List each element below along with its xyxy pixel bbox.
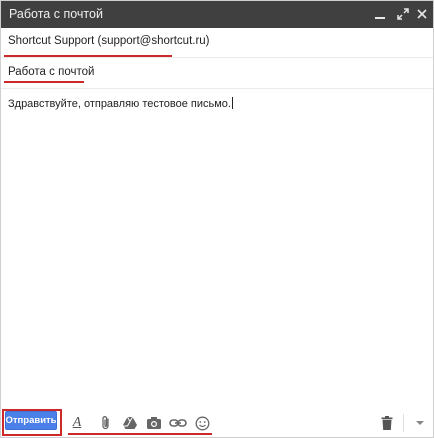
subject-highlight <box>4 81 84 83</box>
text-caret <box>231 97 233 109</box>
close-icon[interactable] <box>413 5 431 23</box>
formatting-icon[interactable]: A <box>68 414 86 432</box>
recipients-field[interactable]: Shortcut Support (support@shortcut.ru) <box>1 28 433 58</box>
tools-highlight <box>68 433 212 435</box>
toolbar-divider <box>403 414 404 432</box>
expand-icon[interactable] <box>394 5 412 23</box>
compose-titlebar[interactable]: Работа с почтой <box>1 1 433 28</box>
emoji-icon[interactable] <box>193 414 211 432</box>
formatting-icon-glyph: A <box>72 415 82 430</box>
recipient-highlight <box>4 55 172 57</box>
compose-toolbar: Отправить A <box>1 407 433 437</box>
message-body[interactable]: Здравствуйте, отправляю тестовое письмо. <box>1 89 433 407</box>
send-button[interactable]: Отправить <box>5 411 57 430</box>
message-body-text[interactable]: Здравствуйте, отправляю тестовое письмо. <box>8 97 233 110</box>
subject-field[interactable]: Работа с почтой <box>1 59 433 89</box>
compose-window: Работа с почтой Shortcut Support (suppor… <box>0 0 434 438</box>
trash-icon[interactable] <box>378 414 396 432</box>
link-icon[interactable] <box>169 414 187 432</box>
drive-icon[interactable] <box>121 414 139 432</box>
subject-input[interactable]: Работа с почтой <box>8 66 94 78</box>
window-title: Работа с почтой <box>9 7 103 21</box>
more-options-icon[interactable] <box>411 414 429 432</box>
attach-icon[interactable] <box>97 414 115 432</box>
recipient-chip[interactable]: Shortcut Support (support@shortcut.ru) <box>8 35 210 47</box>
message-text: Здравствуйте, отправляю тестовое письмо. <box>8 98 231 110</box>
photo-icon[interactable] <box>145 414 163 432</box>
minimize-icon[interactable] <box>371 5 389 23</box>
